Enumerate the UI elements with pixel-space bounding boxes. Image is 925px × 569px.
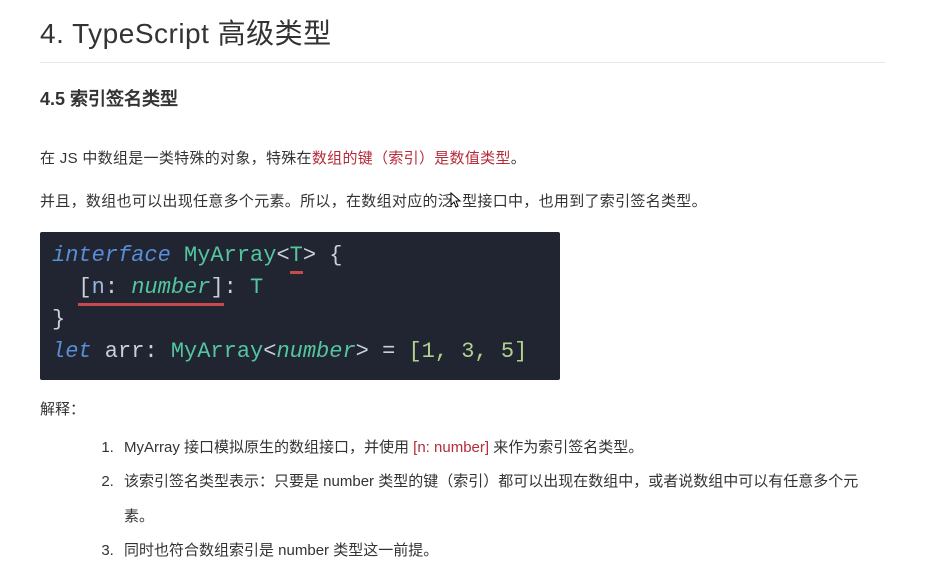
code-brace-open: { xyxy=(316,243,342,268)
code-colon2: : xyxy=(144,339,170,364)
code-kw-let: let xyxy=(52,339,92,364)
list-item: MyArray 接口模拟原生的数组接口，并使用 [n: number] 来作为索… xyxy=(118,431,885,466)
section-title: 4.5 索引签名类型 xyxy=(40,85,885,111)
code-type-myarray2: MyArray xyxy=(171,339,263,364)
code-gt2: > xyxy=(356,339,369,364)
list-text-a: 该索引签名类型表示：只要是 number 类型的键（索引）都可以出现在数组中，或… xyxy=(124,473,858,525)
divider xyxy=(40,62,885,63)
code-type-param: T xyxy=(290,243,303,270)
code-gt: > xyxy=(303,243,316,268)
explain-label: 解释： xyxy=(40,398,885,419)
paragraph-1: 在 JS 中数组是一类特殊的对象，特殊在数组的键（索引）是数值类型。 xyxy=(40,145,885,174)
code-indent xyxy=(52,275,78,300)
list-text-b: 来作为索引签名类型。 xyxy=(489,439,643,456)
code-array-literal: [1, 3, 5] xyxy=(408,339,527,364)
list-item: 同时也符合数组索引是 number 类型这一前提。 xyxy=(118,534,885,569)
code-kw-interface: interface xyxy=(52,243,171,268)
paragraph-2: 并且，数组也可以出现任意多个元素。所以，在数组对应的泛型接口中，也用到了索引签名… xyxy=(40,188,885,219)
code-eq: = xyxy=(369,339,409,364)
code-brace-close: } xyxy=(52,307,65,332)
code-type-number: number xyxy=(276,339,355,364)
p2-text-b: 型接口中，也用到了索引签名类型。 xyxy=(462,193,707,210)
explain-list: MyArray 接口模拟原生的数组接口，并使用 [n: number] 来作为索… xyxy=(40,431,885,569)
code-block: interface MyArray<T> { [n: number]: T } … xyxy=(40,232,560,380)
p2-text-a: 并且，数组也可以出现任意多个元素。所以，在数组对应的泛 xyxy=(40,193,453,210)
page-title: 4. TypeScript 高级类型 xyxy=(40,12,885,52)
code-var-arr: arr xyxy=(92,339,145,364)
p1-text-b: 。 xyxy=(511,150,526,167)
code-lt: < xyxy=(276,243,289,268)
code-index-signature: [n: number] xyxy=(78,275,223,302)
code-space xyxy=(171,243,184,268)
list-text-a: MyArray 接口模拟原生的数组接口，并使用 xyxy=(124,439,413,456)
code-type-myarray: MyArray xyxy=(184,243,276,268)
code-colon: : xyxy=(224,275,250,300)
code-lt2: < xyxy=(263,339,276,364)
p1-emphasis: 数组的键（索引）是数值类型 xyxy=(312,150,511,167)
mouse-cursor-icon xyxy=(450,190,462,219)
code-value-type: T xyxy=(250,275,263,300)
p1-text-a: 在 JS 中数组是一类特殊的对象，特殊在 xyxy=(40,150,312,167)
list-item: 该索引签名类型表示：只要是 number 类型的键（索引）都可以出现在数组中，或… xyxy=(118,465,885,534)
inline-code: [n: number] xyxy=(413,439,489,456)
